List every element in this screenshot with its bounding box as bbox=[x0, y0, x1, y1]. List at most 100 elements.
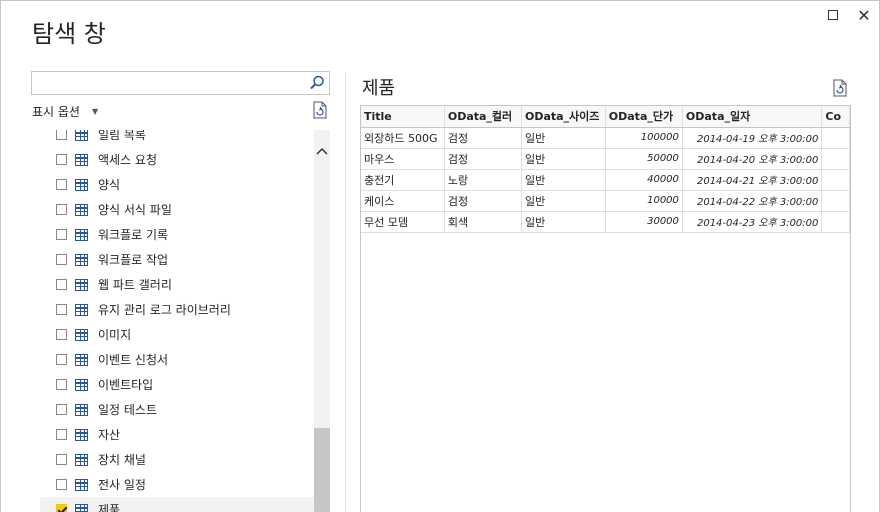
search-icon[interactable] bbox=[308, 74, 326, 92]
display-options-button[interactable]: 표시 옵션 ▼ bbox=[32, 103, 98, 120]
column-header[interactable]: OData_사이즈 bbox=[521, 106, 606, 128]
column-header[interactable]: Title bbox=[361, 106, 445, 128]
table-cell: 검정 bbox=[444, 148, 522, 170]
list-item[interactable]: 이미지 bbox=[40, 322, 314, 347]
table-icon bbox=[75, 303, 88, 316]
table-cell: 일반 bbox=[521, 127, 606, 149]
table-cell: 검정 bbox=[444, 127, 522, 149]
checkbox[interactable] bbox=[56, 229, 67, 240]
list-item[interactable]: 일정 테스트 bbox=[40, 397, 314, 422]
table-row: 외장하드 500G 검정 일반 100000 2014-04-19 오후 3:00:00 bbox=[361, 127, 850, 149]
table-cell: 10000 bbox=[605, 190, 683, 212]
checkbox[interactable] bbox=[56, 404, 67, 415]
scroll-up-icon[interactable] bbox=[314, 144, 330, 158]
column-header[interactable]: Co bbox=[821, 106, 850, 128]
checkbox[interactable] bbox=[56, 354, 67, 365]
list-item-label: 워크플로 작업 bbox=[98, 253, 169, 267]
table-row: 마우스 검정 일반 50000 2014-04-20 오후 3:00:00 bbox=[361, 148, 850, 170]
checkbox[interactable] bbox=[56, 504, 67, 512]
list-item-label: 이벤트타입 bbox=[98, 378, 154, 392]
list-item-label: 자산 bbox=[98, 428, 121, 442]
checkbox[interactable] bbox=[56, 454, 67, 465]
checkbox[interactable] bbox=[56, 279, 67, 290]
list-item-label: 일정 테스트 bbox=[98, 403, 158, 417]
checkbox[interactable] bbox=[56, 154, 67, 165]
table-icon bbox=[75, 453, 88, 466]
list-item[interactable]: 장치 채널 bbox=[40, 447, 314, 472]
checkbox[interactable] bbox=[56, 179, 67, 190]
table-cell: 2014-04-22 오후 3:00:00 bbox=[682, 190, 823, 212]
table-cell bbox=[821, 190, 850, 212]
table-cell: 회색 bbox=[444, 211, 522, 233]
refresh-icon[interactable] bbox=[312, 101, 328, 119]
checkbox[interactable] bbox=[56, 429, 67, 440]
table-icon bbox=[75, 403, 88, 416]
table-cell: 일반 bbox=[521, 148, 606, 170]
table-cell: 50000 bbox=[605, 148, 683, 170]
list-item[interactable]: 워크플로 작업 bbox=[40, 247, 314, 272]
table-cell: 30000 bbox=[605, 211, 683, 233]
table-icon bbox=[75, 203, 88, 216]
checkbox[interactable] bbox=[56, 329, 67, 340]
checkbox[interactable] bbox=[56, 204, 67, 215]
table-icon bbox=[75, 178, 88, 191]
column-header[interactable]: OData_단가 bbox=[605, 106, 683, 128]
maximize-icon bbox=[828, 10, 838, 20]
list-item-label: 장치 채널 bbox=[98, 453, 146, 467]
column-header[interactable]: OData_컬러 bbox=[444, 106, 522, 128]
table-cell: 케이스 bbox=[361, 190, 445, 212]
list-item[interactable]: 유지 관리 로그 라이브러리 bbox=[40, 297, 314, 322]
list-item-label: 일림 목록 bbox=[98, 130, 146, 142]
list-item[interactable]: 전사 일정 bbox=[40, 472, 314, 497]
table-row: 케이스 검정 일반 10000 2014-04-22 오후 3:00:00 bbox=[361, 190, 850, 212]
list-item[interactable]: 자산 bbox=[40, 422, 314, 447]
list-item-label: 이미지 bbox=[98, 328, 132, 342]
table-cell: 일반 bbox=[521, 169, 606, 191]
close-button[interactable]: ✕ bbox=[853, 4, 875, 26]
checkbox[interactable] bbox=[56, 130, 67, 140]
chevron-down-icon: ▼ bbox=[91, 107, 99, 116]
list-item[interactable]: 제품 bbox=[40, 497, 314, 512]
checkbox[interactable] bbox=[56, 304, 67, 315]
table-cell bbox=[821, 211, 850, 233]
list-item-label: 웹 파트 갤러리 bbox=[98, 278, 172, 292]
list-item[interactable]: 양식 bbox=[40, 172, 314, 197]
scrollbar-thumb[interactable] bbox=[314, 428, 330, 512]
list-item-label: 제품 bbox=[98, 503, 121, 512]
column-header[interactable]: OData_일자 bbox=[682, 106, 823, 128]
table-cell: 노랑 bbox=[444, 169, 522, 191]
preview-title: 제품 bbox=[362, 78, 396, 99]
table-icon bbox=[75, 328, 88, 341]
table-cell: 충전기 bbox=[361, 169, 445, 191]
dialog-title: 탐색 창 bbox=[32, 20, 106, 48]
search-input[interactable] bbox=[31, 71, 330, 95]
list-item[interactable]: 이벤트 신청서 bbox=[40, 347, 314, 372]
pane-divider bbox=[345, 72, 346, 512]
table-cell: 2014-04-20 오후 3:00:00 bbox=[682, 148, 823, 170]
list-item[interactable]: 액세스 요청 bbox=[40, 147, 314, 172]
table-icon bbox=[75, 228, 88, 241]
checkbox[interactable] bbox=[56, 479, 67, 490]
refresh-icon[interactable] bbox=[832, 79, 848, 97]
close-icon: ✕ bbox=[857, 5, 871, 25]
list-item[interactable]: 이벤트타입 bbox=[40, 372, 314, 397]
list-item[interactable]: 웹 파트 갤러리 bbox=[40, 272, 314, 297]
table-cell: 마우스 bbox=[361, 148, 445, 170]
checkbox[interactable] bbox=[56, 254, 67, 265]
table-icon bbox=[75, 378, 88, 391]
list-item[interactable]: 워크플로 기록 bbox=[40, 222, 314, 247]
list-item[interactable]: 일림 목록 bbox=[40, 130, 314, 147]
vertical-scrollbar[interactable] bbox=[314, 130, 330, 512]
list-item-label: 유지 관리 로그 라이브러리 bbox=[98, 303, 231, 317]
table-cell bbox=[821, 127, 850, 149]
preview-table: Title OData_컬러 OData_사이즈 OData_단가 OData_일자 Co… bbox=[360, 105, 851, 512]
list-item[interactable]: 양식 서식 파일 bbox=[40, 197, 314, 222]
navigator-list: 일림 목록액세스 요청 양식 양식 서식 파일 워크플로 기록워크플로 작업웹 파트 … bbox=[40, 130, 314, 512]
table-cell bbox=[821, 169, 850, 191]
table-cell: 40000 bbox=[605, 169, 683, 191]
table-cell: 2014-04-19 오후 3:00:00 bbox=[682, 127, 823, 149]
checkbox[interactable] bbox=[56, 379, 67, 390]
maximize-button[interactable] bbox=[822, 4, 844, 26]
table-cell: 일반 bbox=[521, 190, 606, 212]
table-icon bbox=[75, 253, 88, 266]
